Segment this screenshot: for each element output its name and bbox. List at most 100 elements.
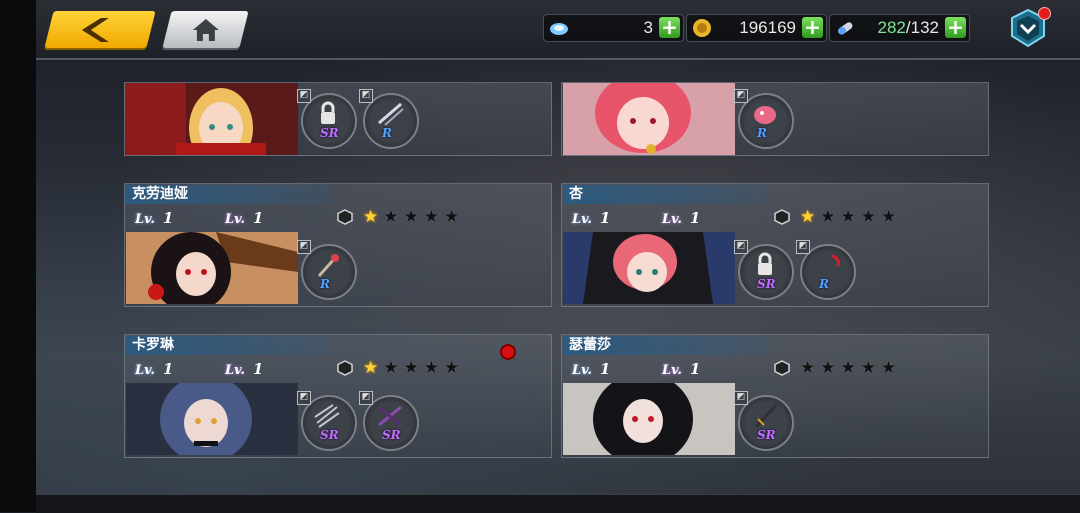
grade-label: SR <box>320 126 339 140</box>
grade-label: R <box>819 277 829 291</box>
star-rating: ★★★★★ <box>800 358 901 378</box>
equipment-slot[interactable]: ◩ SR <box>734 391 794 451</box>
skill-level-indicator: Lv. 1 <box>662 209 701 227</box>
star-icon: ★ <box>881 207 902 227</box>
equipment-slot[interactable]: ◩ SR <box>297 391 357 451</box>
level-indicator: Lv. 1 <box>572 360 611 378</box>
hexagon-icon <box>774 360 790 376</box>
left-edge <box>0 0 36 512</box>
hexagon-icon <box>774 209 790 225</box>
grade-label: R <box>382 126 392 140</box>
equip-corner-icon: ◩ <box>734 89 748 103</box>
stamina-value: 282/132 <box>878 18 939 38</box>
diamond-icon <box>550 23 568 35</box>
home-icon <box>192 19 219 41</box>
diamond-counter: 3 + <box>543 14 684 42</box>
black-hair-girl-portrait <box>563 383 735 455</box>
equipment-slot[interactable]: ◩ R <box>297 240 357 300</box>
equip-corner-icon: ◩ <box>297 391 311 405</box>
character-name: 克劳迪娅 <box>126 185 332 204</box>
equipment-slot[interactable]: ◩ SR <box>734 240 794 300</box>
pink-hair-girl-portrait <box>563 83 735 155</box>
skill-level-value: 1 <box>252 209 264 227</box>
skill-level-indicator: Lv. 1 <box>225 209 264 227</box>
bottom-bar <box>36 494 1080 513</box>
star-icon: ★ <box>444 207 465 227</box>
pink-creature-icon <box>754 106 776 124</box>
stamina-max: 132 <box>910 18 939 37</box>
level-indicator: Lv. 1 <box>135 360 174 378</box>
add-stamina-button[interactable]: + <box>945 17 966 38</box>
character-name: 瑟蕾莎 <box>563 336 769 355</box>
triple-dagger-icon <box>314 404 340 428</box>
level-indicator: Lv. 1 <box>135 209 174 227</box>
star-icon: ★ <box>860 207 881 227</box>
notification-dot <box>1038 7 1051 20</box>
skill-level-indicator: Lv. 1 <box>225 360 264 378</box>
notification-dot <box>500 344 516 360</box>
level-value: 1 <box>599 360 611 378</box>
stamina-counter: 282/132 + <box>829 14 970 42</box>
staff-icon <box>317 254 339 277</box>
star-icon: ★ <box>363 358 384 378</box>
scythe-icon <box>818 254 840 277</box>
add-gold-button[interactable]: + <box>802 17 823 38</box>
gold-coin-icon <box>693 19 711 37</box>
dark-blades-icon <box>378 405 402 427</box>
star-icon: ★ <box>363 207 384 227</box>
equip-corner-icon: ◩ <box>734 240 748 254</box>
equipment-slot[interactable]: ◩ R <box>359 89 419 149</box>
grade-label: SR <box>382 428 401 442</box>
character-card[interactable]: ◩ SR ◩ R <box>124 82 552 156</box>
skill-level-value: 1 <box>252 360 264 378</box>
skill-level-value: 1 <box>689 360 701 378</box>
character-name: 卡罗琳 <box>126 336 332 355</box>
character-card[interactable]: 杏 Lv. 1 Lv. 1 ★★★★★ ◩ SR ◩ R <box>561 183 989 307</box>
equipment-slot[interactable]: ◩ R <box>734 89 794 149</box>
character-card[interactable]: 克劳迪娅 Lv. 1 Lv. 1 ★★★★★ ◩ R <box>124 183 552 307</box>
star-icon: ★ <box>383 207 404 227</box>
star-icon: ★ <box>444 358 465 378</box>
stamina-current: 282 <box>877 18 906 37</box>
character-name: 杏 <box>563 185 769 204</box>
home-button[interactable] <box>162 11 249 48</box>
equipment-slot[interactable]: ◩ SR <box>297 89 357 149</box>
grade-label: R <box>757 126 767 140</box>
hexagon-icon <box>337 209 353 225</box>
pink-hood-girl-portrait <box>563 232 735 304</box>
star-rating: ★★★★★ <box>800 207 901 227</box>
diamond-value: 3 <box>643 18 653 37</box>
equipment-slot[interactable]: ◩ SR <box>359 391 419 451</box>
star-icon: ★ <box>383 358 404 378</box>
star-icon: ★ <box>840 207 861 227</box>
equip-corner-icon: ◩ <box>297 89 311 103</box>
star-rating: ★★★★★ <box>363 358 464 378</box>
level-value: 1 <box>599 209 611 227</box>
grade-label: R <box>320 277 330 291</box>
equip-corner-icon: ◩ <box>297 240 311 254</box>
star-icon: ★ <box>403 207 424 227</box>
star-icon: ★ <box>423 207 444 227</box>
gold-value: 196169 <box>739 18 796 37</box>
back-button[interactable] <box>44 11 156 48</box>
add-diamond-button[interactable]: + <box>659 17 680 38</box>
equip-corner-icon: ◩ <box>359 89 373 103</box>
equipment-slot[interactable]: ◩ R <box>796 240 856 300</box>
chevron-left-icon <box>81 18 109 42</box>
character-card[interactable]: 瑟蕾莎 Lv. 1 Lv. 1 ★★★★★ ◩ SR <box>561 334 989 458</box>
twin-blades-icon <box>378 102 404 126</box>
star-icon: ★ <box>840 358 861 378</box>
grade-label: SR <box>757 277 776 291</box>
equip-corner-icon: ◩ <box>796 240 810 254</box>
level-value: 1 <box>162 360 174 378</box>
blue-hair-girl-portrait <box>126 383 298 455</box>
star-icon: ★ <box>403 358 424 378</box>
stamina-capsule-icon <box>838 22 853 35</box>
character-card[interactable]: ◩ R <box>561 82 989 156</box>
lock-icon <box>321 101 335 124</box>
hexagon-icon <box>337 360 353 376</box>
star-icon: ★ <box>820 358 841 378</box>
character-card[interactable]: 卡罗琳 Lv. 1 Lv. 1 ★★★★★ ◩ SR ◩ SR <box>124 334 552 458</box>
skill-level-indicator: Lv. 1 <box>662 360 701 378</box>
equip-corner-icon: ◩ <box>359 391 373 405</box>
